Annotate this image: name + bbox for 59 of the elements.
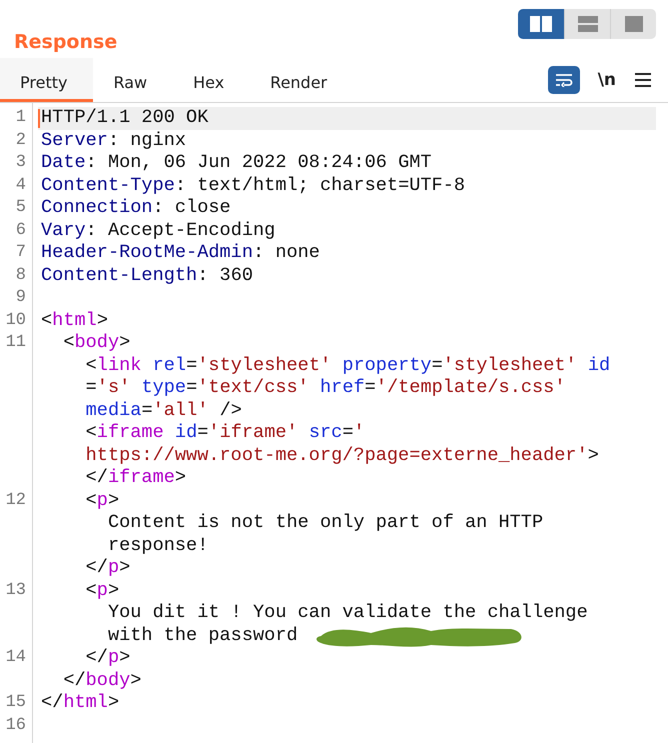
code-line: response! (106, 534, 208, 557)
text-cursor (38, 109, 40, 128)
panel-title: Response (14, 31, 118, 55)
line-number: 15 (4, 692, 26, 714)
code-line: </iframe> (84, 467, 186, 490)
tab[interactable]: Raw (93, 58, 174, 102)
tab[interactable]: Render (250, 58, 354, 102)
line-number: 2 (14, 130, 26, 152)
code-line: <p> (84, 490, 120, 512)
code-line: Date: Mon, 06 Jun 2022 08:24:06 GMT (41, 152, 432, 174)
line-number: 3 (14, 152, 26, 174)
code-line: https://www.root-me.org/?page=externe_header'> (84, 444, 599, 467)
code-line: </body> (62, 670, 142, 692)
line-number: 9 (14, 287, 26, 309)
line-number: 12 (4, 490, 26, 512)
wrap-icon (554, 73, 573, 87)
code-line: Content-Length: 360 (41, 264, 254, 287)
code-line: Connection: close (41, 197, 231, 220)
code-line: </html> (41, 692, 120, 714)
line-number: 7 (14, 242, 26, 264)
square-icon (624, 16, 642, 32)
code-line: You dit it ! You can validate the challenge (106, 602, 588, 624)
columns-icon (530, 16, 552, 32)
code-line: ='s' type='text/css' href='/template/s.css' (84, 377, 566, 400)
rows-icon (578, 16, 598, 32)
line-number: 8 (14, 264, 26, 286)
line-number: 14 (4, 647, 26, 669)
code-line: Header-RootMe-Admin: none (41, 242, 320, 264)
menu-button[interactable] (634, 72, 652, 88)
layout-button[interactable] (564, 9, 610, 39)
code-line: Content-Type: text/html; charset=UTF-8 (41, 174, 466, 197)
code-line: Vary: Accept-Encoding (41, 220, 276, 242)
line-number: 10 (4, 310, 26, 332)
line-number: 6 (14, 220, 26, 242)
code-line: <p> (84, 580, 120, 602)
code-line: Server: nginx (41, 130, 186, 152)
code-line: HTTP/1.1 200 OK (41, 107, 208, 130)
code-line: Content is not the only part of an HTTP (106, 512, 544, 534)
code-line: <iframe id='iframe' src=' (84, 422, 365, 444)
layout-button[interactable] (518, 9, 564, 39)
code-line: </p> (84, 557, 130, 580)
code-line: <html> (41, 310, 108, 332)
code-line: <body> (62, 332, 130, 354)
tab[interactable]: Hex (173, 58, 250, 102)
code-line: </p> (84, 647, 130, 670)
line-number: 11 (4, 332, 26, 354)
line-number: 1 (14, 107, 26, 129)
layout-button[interactable] (610, 9, 656, 39)
code-line: <link rel='stylesheet' property='stylesheet' id (84, 354, 610, 377)
line-number: 13 (4, 580, 26, 602)
code-line: media='all' /> (84, 400, 242, 422)
line-number: 5 (14, 197, 26, 219)
menu-icon (634, 72, 652, 88)
code-line: with the password (106, 624, 299, 647)
line-number: 16 (4, 714, 26, 736)
tab[interactable]: Pretty (0, 58, 94, 102)
wrap-lines-button[interactable] (548, 66, 580, 94)
newline-toggle[interactable]: \n (594, 70, 620, 90)
line-number: 4 (14, 174, 26, 196)
